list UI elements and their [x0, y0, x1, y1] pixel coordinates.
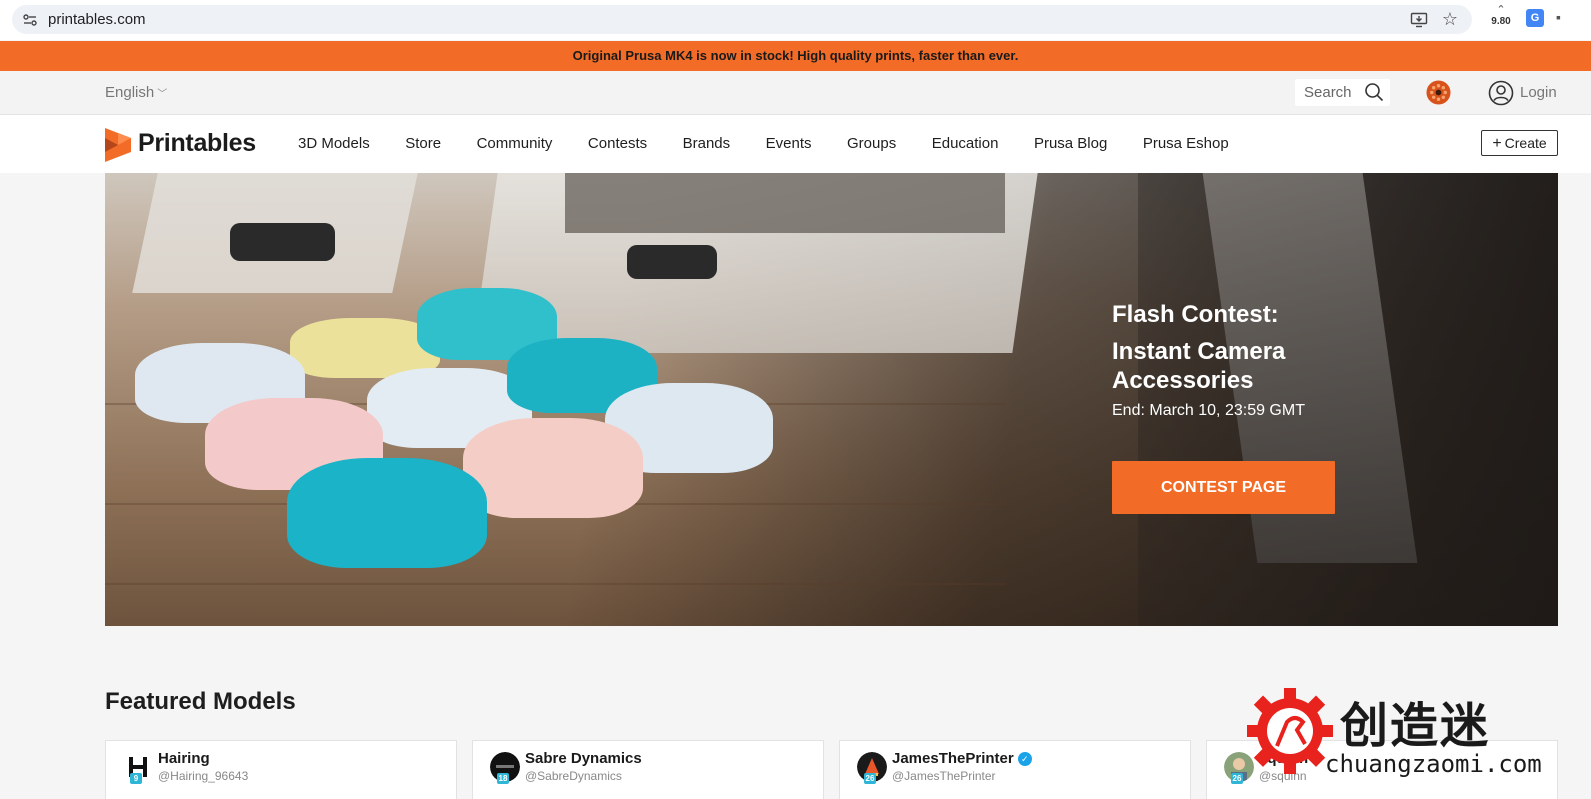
utility-bar: English ﹀ Search	[0, 71, 1591, 115]
printables-logo-icon	[105, 128, 131, 162]
extension-arrow-icon: ⌃	[1496, 4, 1506, 16]
nav-links: 3D Models Store Community Contests Brand…	[298, 135, 1264, 152]
chevron-down-icon: ﹀	[157, 89, 168, 100]
promo-banner-text[interactable]: Original Prusa MK4 is now in stock! High…	[573, 48, 1019, 63]
search-box[interactable]: Search	[1295, 79, 1390, 106]
nav-education[interactable]: Education	[932, 135, 999, 152]
level-badge: 26	[864, 773, 876, 784]
hero-photo-frame-top	[565, 173, 1005, 233]
model-card[interactable]: 9 Hairing @Hairing_96643	[105, 740, 457, 799]
language-select[interactable]: English ﹀	[105, 84, 167, 101]
extension-counter-value: 9.80	[1491, 16, 1511, 27]
level-badge: 18	[497, 773, 509, 784]
contest-page-button[interactable]: CONTEST PAGE	[1112, 461, 1335, 514]
hero-subtitle: Instant Camera Accessories	[1112, 338, 1286, 394]
nav-store[interactable]: Store	[405, 135, 441, 152]
author-name[interactable]: Hairing	[158, 750, 210, 767]
author-name[interactable]: JamesThePrinter ✓	[892, 750, 1032, 767]
user-icon[interactable]	[1488, 80, 1514, 106]
model-card[interactable]: 18 Sabre Dynamics @SabreDynamics	[472, 740, 824, 799]
camera-stand-teal	[287, 458, 487, 568]
nav-events[interactable]: Events	[766, 135, 812, 152]
level-badge: 9	[130, 773, 142, 784]
nav-brands[interactable]: Brands	[683, 135, 731, 152]
camera-stand-black	[230, 223, 335, 261]
author-handle: @JamesThePrinter	[892, 769, 996, 783]
bookmark-star-icon[interactable]: ☆	[1442, 9, 1458, 30]
address-bar[interactable]: printables.com ☆	[12, 5, 1472, 34]
level-badge: 26	[1231, 773, 1243, 784]
watermark-chinese-text: 创造迷	[1340, 698, 1491, 754]
author-handle: @SabreDynamics	[525, 769, 622, 783]
plus-icon: +	[1492, 135, 1502, 152]
watermark-gear-icon	[1247, 688, 1333, 774]
create-button[interactable]: + Create	[1481, 130, 1558, 156]
hero-title: Flash Contest:	[1112, 301, 1279, 328]
login-link[interactable]: Login	[1520, 84, 1557, 101]
extension-counter[interactable]: ⌃ 9.80	[1488, 4, 1514, 34]
nav-3d-models[interactable]: 3D Models	[298, 135, 370, 152]
prusa-points-icon[interactable]	[1426, 80, 1451, 105]
author-name[interactable]: Sabre Dynamics	[525, 750, 642, 767]
camera-stand-black	[627, 245, 717, 279]
create-label: Create	[1504, 135, 1547, 151]
featured-models-title: Featured Models	[105, 688, 296, 715]
extension-icon[interactable]: ▪	[1556, 9, 1570, 29]
wood-plank-line	[105, 583, 1005, 585]
browser-toolbar: printables.com ☆ ⌃ 9.80 G ▪	[0, 0, 1591, 40]
search-icon[interactable]	[1364, 82, 1384, 102]
hero-banner[interactable]: Flash Contest: Instant Camera Accessorie…	[105, 173, 1558, 626]
main-navigation: Printables 3D Models Store Community Con…	[0, 115, 1591, 173]
brand-name: Printables	[138, 129, 256, 157]
nav-prusa-eshop[interactable]: Prusa Eshop	[1143, 135, 1229, 152]
search-placeholder: Search	[1304, 84, 1352, 101]
hero-end-date: End: March 10, 23:59 GMT	[1112, 402, 1305, 419]
author-name-text: JamesThePrinter	[892, 750, 1014, 767]
watermark: 创造迷 chuangzaomi.com	[1245, 686, 1565, 786]
watermark-url: chuangzaomi.com	[1325, 750, 1542, 778]
author-handle: @Hairing_96643	[158, 769, 249, 783]
nav-community[interactable]: Community	[477, 135, 553, 152]
promo-banner[interactable]: Original Prusa MK4 is now in stock! High…	[0, 41, 1591, 71]
model-card[interactable]: 26 JamesThePrinter ✓ @JamesThePrinter	[839, 740, 1191, 799]
install-app-icon[interactable]	[1410, 11, 1428, 29]
camera-stand-pink	[463, 418, 643, 518]
translate-icon[interactable]: G	[1526, 9, 1544, 27]
site-info-icon[interactable]	[22, 12, 38, 28]
url-text[interactable]: printables.com	[48, 11, 146, 28]
nav-contests[interactable]: Contests	[588, 135, 647, 152]
verified-icon: ✓	[1017, 752, 1032, 766]
language-label: English	[105, 84, 155, 101]
hero-text: Flash Contest: Instant Camera Accessorie…	[1112, 300, 1332, 420]
nav-prusa-blog[interactable]: Prusa Blog	[1034, 135, 1107, 152]
nav-groups[interactable]: Groups	[847, 135, 896, 152]
